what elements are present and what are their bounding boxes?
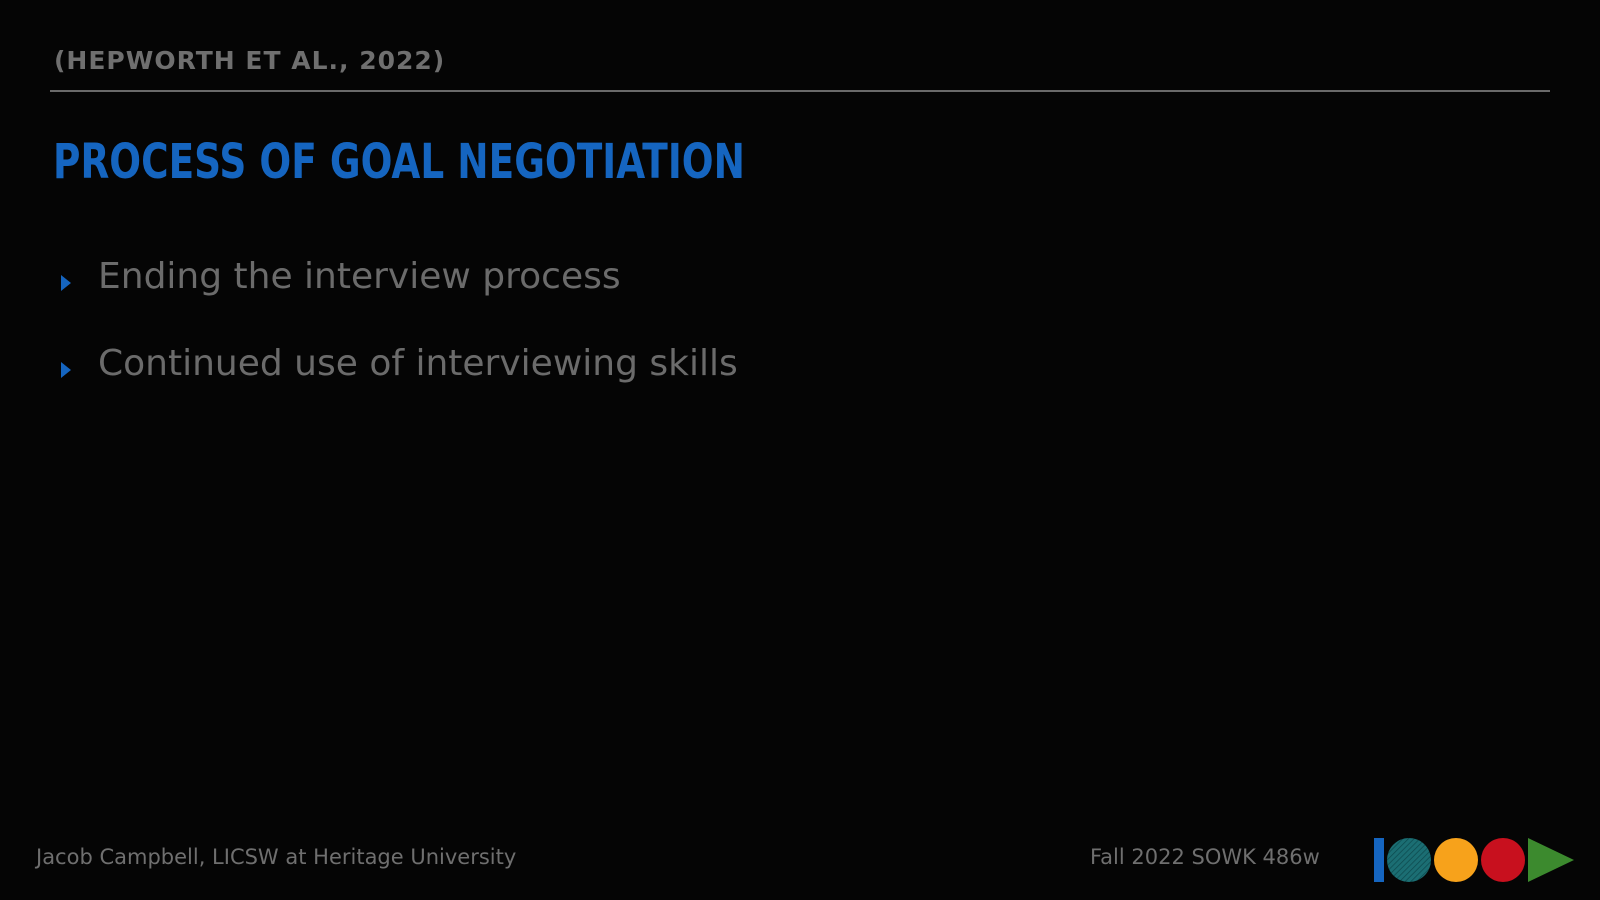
bullet-text: Continued use of interviewing skills: [98, 343, 738, 384]
logo-green-triangle: [1528, 838, 1574, 882]
course-logo-shapes-icon: [1374, 838, 1574, 882]
logo-orange-circle: [1434, 838, 1478, 882]
footer-course: Fall 2022 SOWK 486w: [1090, 845, 1320, 869]
bullet-text: Ending the interview process: [98, 256, 621, 297]
slide: (HEPWORTH ET AL., 2022) PROCESS OF GOAL …: [0, 0, 1600, 900]
logo-teal-circle: [1387, 838, 1431, 882]
triangle-right-icon: [61, 275, 71, 291]
bullet-list: Ending the interview process Continued u…: [58, 255, 738, 429]
bullet-item: Ending the interview process: [58, 255, 738, 342]
logo-blue-bar: [1374, 838, 1384, 882]
slide-title: PROCESS OF GOAL NEGOTIATION: [53, 134, 745, 190]
bullet-item: Continued use of interviewing skills: [58, 342, 738, 429]
triangle-right-icon: [61, 362, 71, 378]
footer-presenter: Jacob Campbell, LICSW at Heritage Univer…: [36, 845, 517, 869]
citation-header: (HEPWORTH ET AL., 2022): [54, 46, 446, 75]
logo-red-circle: [1481, 838, 1525, 882]
header-divider: [50, 90, 1550, 92]
